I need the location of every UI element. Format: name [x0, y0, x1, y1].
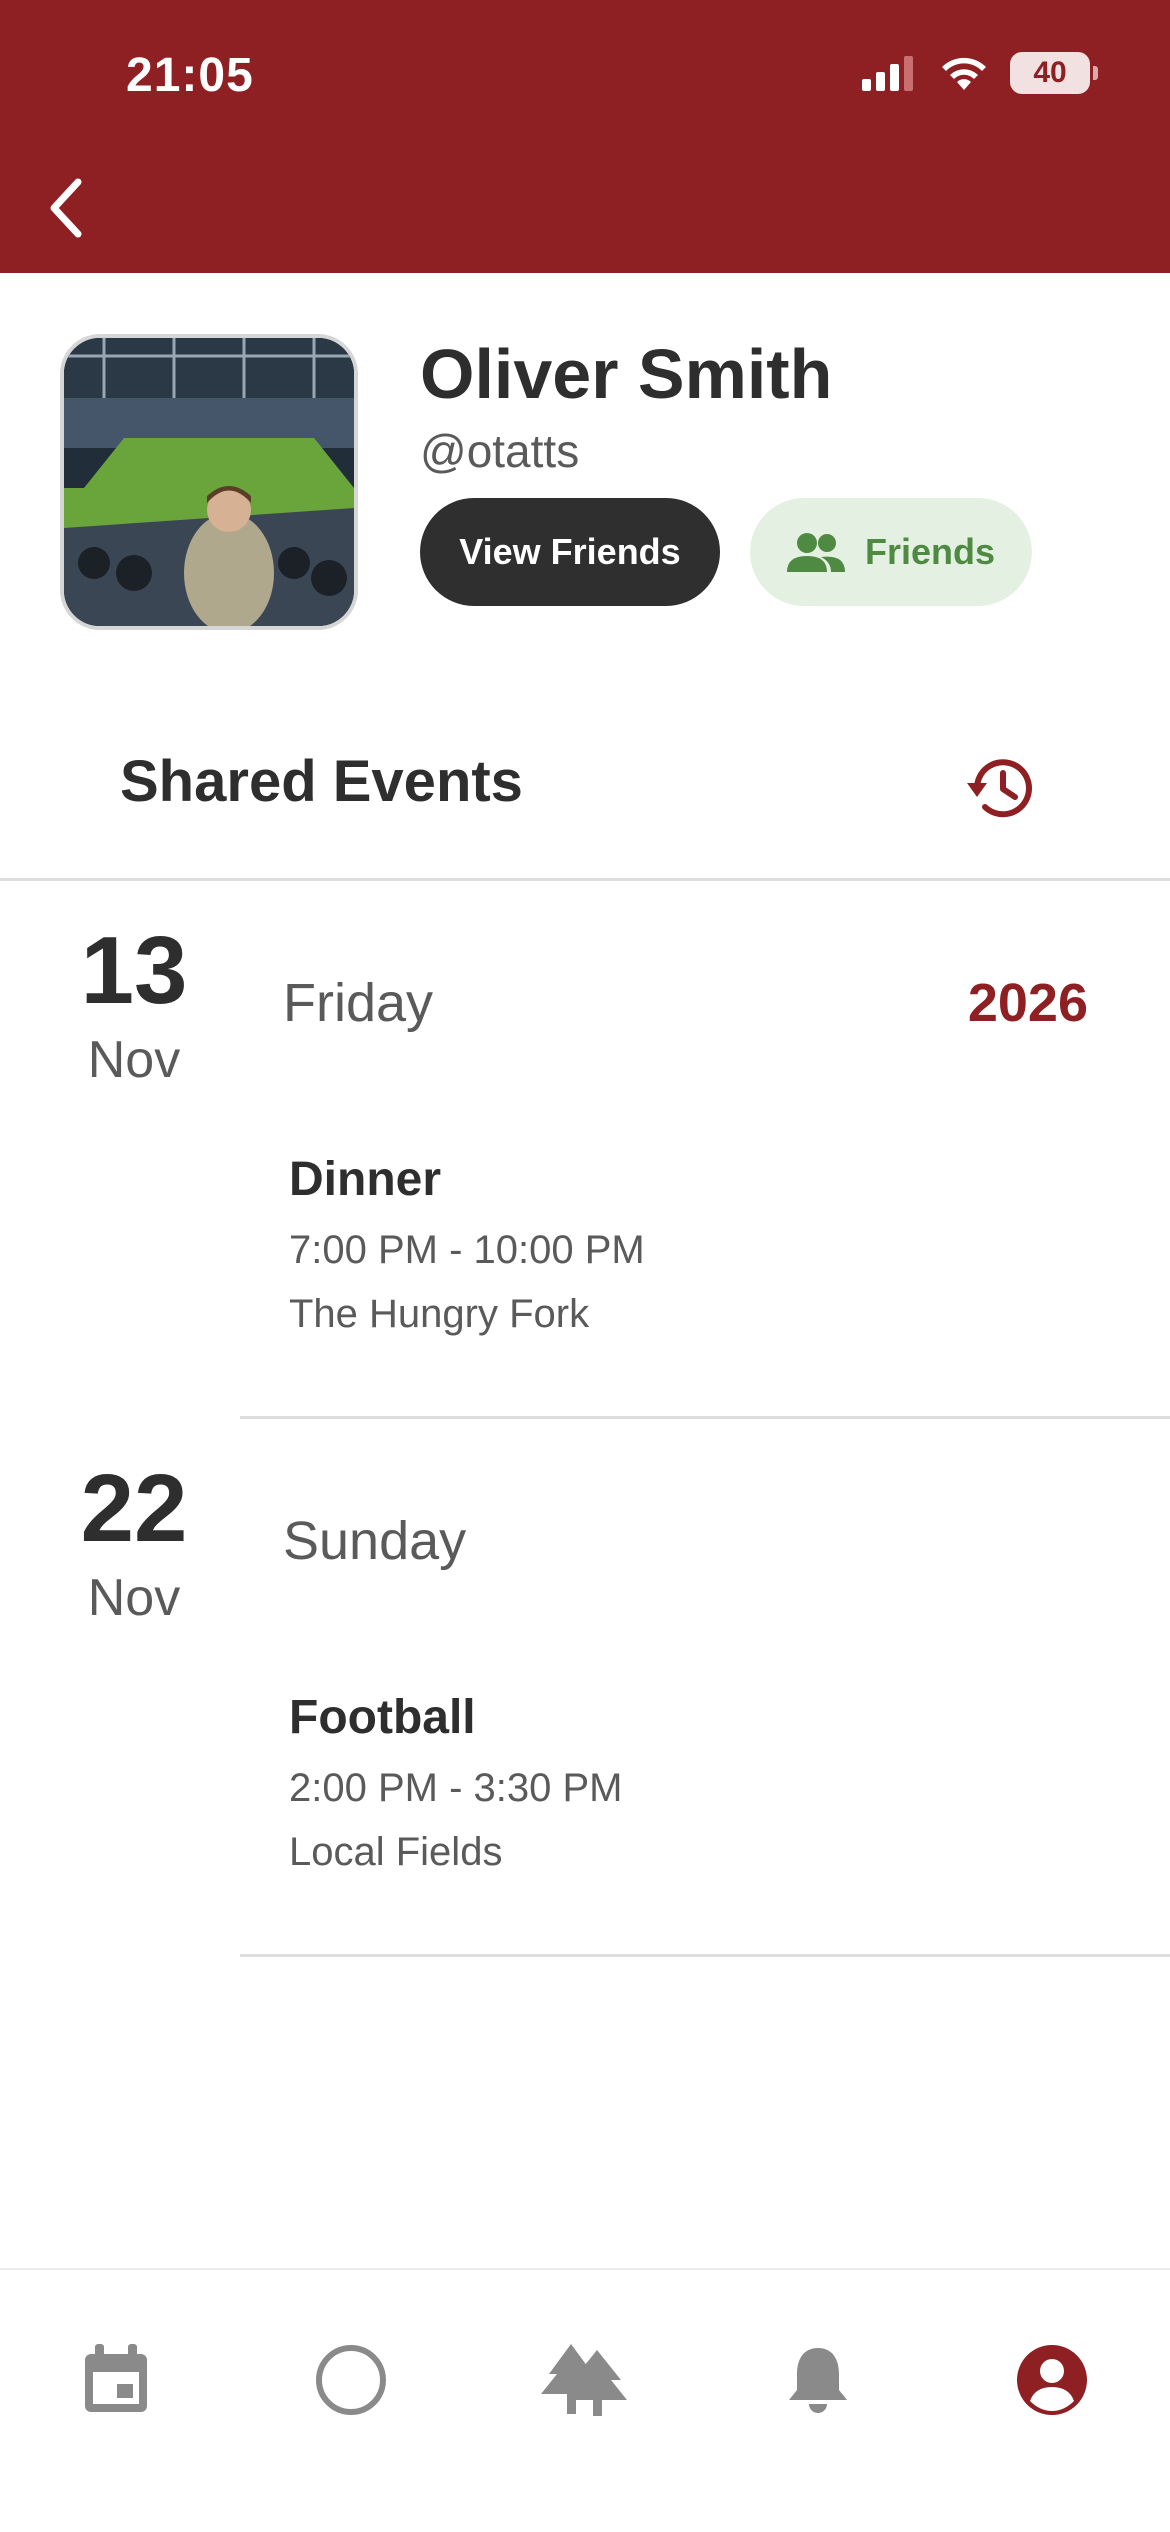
people-icon — [786, 533, 845, 572]
app-header: 21:05 40 — [0, 0, 1170, 273]
event-time: 7:00 PM - 10:00 PM — [289, 1228, 645, 1272]
event-year: 2026 — [967, 973, 1088, 1033]
cellular-signal-icon — [862, 56, 913, 91]
event-month: Nov — [87, 1031, 181, 1089]
view-friends-label: View Friends — [459, 531, 681, 572]
event-weekday: Sunday — [283, 1511, 467, 1571]
tab-notifications[interactable] — [768, 2330, 868, 2430]
calendar-icon — [85, 2344, 147, 2412]
event-day-number: 13 — [80, 917, 188, 1024]
wifi-icon — [942, 57, 986, 90]
status-time: 21:05 — [126, 49, 254, 102]
event-weekday: Friday — [283, 973, 434, 1033]
view-friends-button[interactable]: View Friends — [420, 498, 720, 606]
profile-handle: @otatts — [420, 425, 580, 477]
status-icons: 40 — [862, 52, 1098, 94]
shared-events-title: Shared Events — [120, 749, 523, 814]
event-month: Nov — [87, 1569, 181, 1627]
circle-icon — [316, 2345, 386, 2415]
history-button[interactable] — [962, 750, 1038, 826]
bell-icon — [789, 2348, 847, 2413]
trees-icon — [541, 2344, 627, 2416]
profile-name: Oliver Smith — [420, 335, 833, 413]
history-icon — [967, 759, 1032, 818]
tab-profile[interactable] — [1002, 2330, 1102, 2430]
event-title[interactable]: Dinner — [289, 1152, 441, 1207]
friends-status-label: Friends — [864, 531, 996, 572]
event-day-number: 22 — [80, 1455, 188, 1562]
row-divider — [240, 1954, 1170, 1957]
battery-indicator: 40 — [1010, 52, 1098, 94]
event-title[interactable]: Football — [289, 1690, 476, 1745]
friends-status-button[interactable]: Friends — [750, 498, 1032, 606]
event-location: The Hungry Fork — [289, 1292, 590, 1336]
tab-trees[interactable] — [534, 2330, 634, 2430]
battery-level: 40 — [1033, 56, 1067, 89]
event-time: 2:00 PM - 3:30 PM — [289, 1766, 623, 1810]
account-icon — [1017, 2345, 1087, 2415]
avatar-photo — [64, 338, 354, 626]
tab-circle[interactable] — [301, 2330, 401, 2430]
chevron-left-icon — [50, 178, 82, 238]
section-divider — [0, 878, 1170, 881]
tab-calendar[interactable] — [66, 2330, 166, 2430]
row-divider — [240, 1416, 1170, 1419]
profile-avatar[interactable] — [60, 334, 358, 630]
back-button[interactable] — [36, 168, 96, 248]
event-location: Local Fields — [289, 1830, 503, 1874]
